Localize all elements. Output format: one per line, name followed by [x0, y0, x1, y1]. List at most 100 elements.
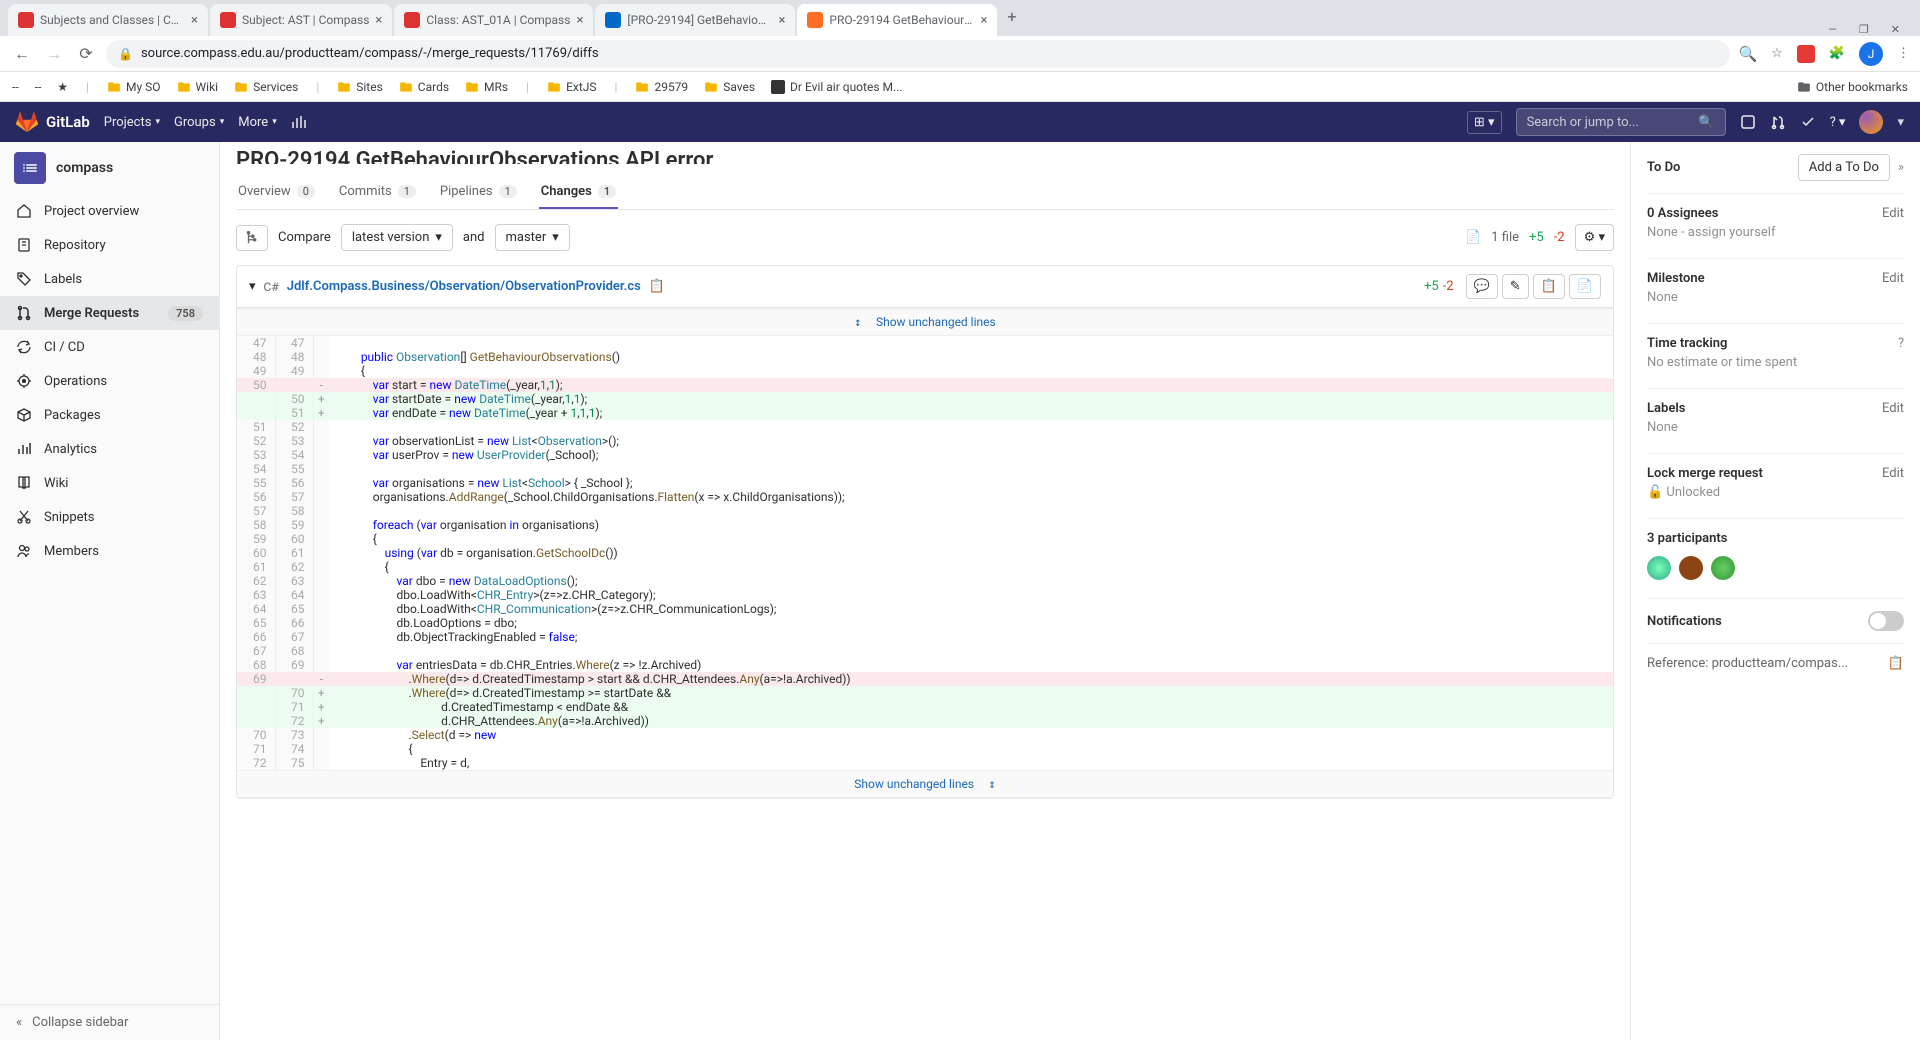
bookmark-item[interactable]: -- — [35, 80, 42, 94]
view-file-icon[interactable]: 📄 — [1569, 274, 1601, 299]
sidebar-item-labels[interactable]: Labels — [0, 262, 219, 296]
user-dropdown-icon[interactable]: ▾ — [1897, 115, 1904, 130]
diff-line[interactable]: 6364 dbo.LoadWith<CHR_Entry>(z=>z.CHR_Ca… — [237, 588, 1613, 602]
diff-line[interactable]: 6667 db.ObjectTrackingEnabled = false; — [237, 630, 1613, 644]
edit-labels[interactable]: Edit — [1882, 401, 1904, 416]
diff-line[interactable]: 5354 var userProv = new UserProvider(_Sc… — [237, 448, 1613, 462]
tab-changes[interactable]: Changes1 — [539, 174, 618, 209]
sidebar-item-snippets[interactable]: Snippets — [0, 500, 219, 534]
bookmark-item[interactable]: Dr Evil air quotes M... — [771, 80, 902, 94]
new-tab-button[interactable]: + — [1007, 7, 1016, 30]
bookmark-item[interactable]: Services — [234, 80, 298, 94]
diff-line[interactable]: 72+ d.CHR_Attendees.Any(a=>!a.Archived)) — [237, 714, 1613, 728]
version-dropdown[interactable]: latest version ▾ — [341, 224, 453, 251]
bookmark-item[interactable]: 29579 — [635, 80, 688, 94]
diff-line[interactable]: 5152 — [237, 420, 1613, 434]
diff-line[interactable]: 5657 organisations.AddRange(_School.Chil… — [237, 490, 1613, 504]
menu-icon[interactable]: ⋮ — [1897, 46, 1910, 61]
search-input[interactable] — [1527, 115, 1699, 130]
address-bar[interactable]: 🔒 source.compass.edu.au/productteam/comp… — [106, 40, 1730, 68]
other-bookmarks[interactable]: Other bookmarks — [1797, 80, 1908, 94]
browser-tab[interactable]: Subject: AST | Compass× — [210, 4, 392, 36]
maximize-icon[interactable]: ❐ — [1859, 23, 1869, 36]
diff-line[interactable]: 70+ .Where(d=> d.CreatedTimestamp >= sta… — [237, 686, 1613, 700]
sidebar-item-operations[interactable]: Operations — [0, 364, 219, 398]
assign-yourself[interactable]: None - assign yourself — [1647, 225, 1904, 250]
close-tab-icon[interactable]: × — [191, 13, 198, 28]
diff-line[interactable]: 6566 db.LoadOptions = dbo; — [237, 616, 1613, 630]
diff-line[interactable]: 4848 public Observation[] GetBehaviourOb… — [237, 350, 1613, 364]
reload-button[interactable]: ⟳ — [74, 42, 98, 66]
bookmark-item[interactable]: My SO — [107, 80, 161, 94]
diff-line[interactable]: 5758 — [237, 504, 1613, 518]
project-header[interactable]: compass — [0, 142, 219, 194]
todos-icon[interactable] — [1800, 114, 1816, 130]
diff-line[interactable]: 6162 { — [237, 560, 1613, 574]
settings-dropdown[interactable]: ⚙ ▾ — [1575, 224, 1614, 251]
edit-icon[interactable]: ✎ — [1502, 274, 1529, 299]
diff-line[interactable]: 5253 var observationList = new List<Obse… — [237, 434, 1613, 448]
zoom-icon[interactable]: 🔍 — [1738, 45, 1757, 63]
close-tab-icon[interactable]: × — [980, 13, 987, 28]
tab-commits[interactable]: Commits1 — [337, 174, 418, 209]
diff-line[interactable]: 7174 { — [237, 742, 1613, 756]
browser-tab[interactable]: PRO-29194 GetBehaviourObserv...× — [797, 4, 997, 36]
sidebar-item-repository[interactable]: Repository — [0, 228, 219, 262]
bookmark-item[interactable]: ExtJS — [547, 80, 596, 94]
merge-requests-icon[interactable] — [1770, 114, 1786, 130]
user-avatar[interactable] — [1859, 110, 1883, 134]
diff-line[interactable]: 50- var start = new DateTime(_year,1,1); — [237, 378, 1613, 392]
nav-more[interactable]: More ▾ — [238, 115, 276, 130]
diff-line[interactable]: 6768 — [237, 644, 1613, 658]
sidebar-item-project-overview[interactable]: Project overview — [0, 194, 219, 228]
gitlab-search[interactable]: 🔍 — [1516, 108, 1726, 136]
bookmark-item[interactable]: -- — [12, 80, 19, 94]
close-window-icon[interactable]: ✕ — [1891, 23, 1900, 36]
expand-top[interactable]: ↕ Show unchanged lines — [237, 308, 1613, 336]
close-tab-icon[interactable]: × — [778, 13, 785, 28]
browser-tab[interactable]: [PRO-29194] GetBehaviourObse...× — [595, 4, 795, 36]
minimize-icon[interactable]: — — [1828, 23, 1837, 36]
chevron-icon[interactable]: ▾ — [249, 279, 256, 294]
sidebar-item-wiki[interactable]: Wiki — [0, 466, 219, 500]
edit-milestone[interactable]: Edit — [1882, 271, 1904, 286]
sidebar-item-analytics[interactable]: Analytics — [0, 432, 219, 466]
sidebar-item-merge-requests[interactable]: Merge Requests758 — [0, 296, 219, 330]
notifications-toggle[interactable] — [1868, 611, 1904, 631]
collapse-right-icon[interactable]: » — [1898, 160, 1904, 175]
participant-avatar[interactable] — [1647, 556, 1671, 580]
close-tab-icon[interactable]: × — [576, 13, 583, 28]
target-dropdown[interactable]: master ▾ — [495, 224, 570, 251]
diff-line[interactable]: 71+ d.CreatedTimestamp < endDate && — [237, 700, 1613, 714]
bookmark-item[interactable]: Cards — [399, 80, 449, 94]
extension-icon[interactable] — [1797, 45, 1815, 63]
edit-assignees[interactable]: Edit — [1882, 206, 1904, 221]
collapse-sidebar[interactable]: « Collapse sidebar — [0, 1004, 219, 1040]
diff-line[interactable]: 4949 { — [237, 364, 1613, 378]
diff-line[interactable]: 6869 var entriesData = db.CHR_Entries.Wh… — [237, 658, 1613, 672]
diff-line[interactable]: 51+ var endDate = new DateTime(_year + 1… — [237, 406, 1613, 420]
add-todo-button[interactable]: Add a To Do — [1798, 154, 1890, 181]
edit-lock[interactable]: Edit — [1882, 466, 1904, 481]
gitlab-logo[interactable]: GitLab — [16, 111, 90, 133]
bookmark-item[interactable]: Wiki — [177, 80, 219, 94]
file-path[interactable]: Jdlf.Compass.Business/Observation/Observ… — [287, 279, 641, 294]
bookmark-item[interactable]: Saves — [704, 80, 755, 94]
browser-tab[interactable]: Class: AST_01A | Compass× — [394, 4, 593, 36]
diff-line[interactable]: 5455 — [237, 462, 1613, 476]
back-button[interactable]: ← — [10, 42, 34, 66]
bookmark-star-icon[interactable]: ☆ — [1771, 46, 1783, 61]
sidebar-item-packages[interactable]: Packages — [0, 398, 219, 432]
sidebar-item-members[interactable]: Members — [0, 534, 219, 568]
participant-avatar[interactable] — [1711, 556, 1735, 580]
browser-tab[interactable]: Subjects and Classes | Compass× — [8, 4, 208, 36]
comment-icon[interactable]: 💬 — [1466, 274, 1498, 299]
bookmark-item[interactable]: MRs — [465, 80, 508, 94]
tree-toggle-button[interactable] — [236, 225, 268, 251]
nav-groups[interactable]: Groups ▾ — [174, 115, 224, 130]
diff-line[interactable]: 5556 var organisations = new List<School… — [237, 476, 1613, 490]
sidebar-item-ci-cd[interactable]: CI / CD — [0, 330, 219, 364]
bookmark-item[interactable]: Sites — [337, 80, 383, 94]
diff-line[interactable]: 5859 foreach (var organisation in organi… — [237, 518, 1613, 532]
diff-line[interactable]: 6465 dbo.LoadWith<CHR_Communication>(z=>… — [237, 602, 1613, 616]
